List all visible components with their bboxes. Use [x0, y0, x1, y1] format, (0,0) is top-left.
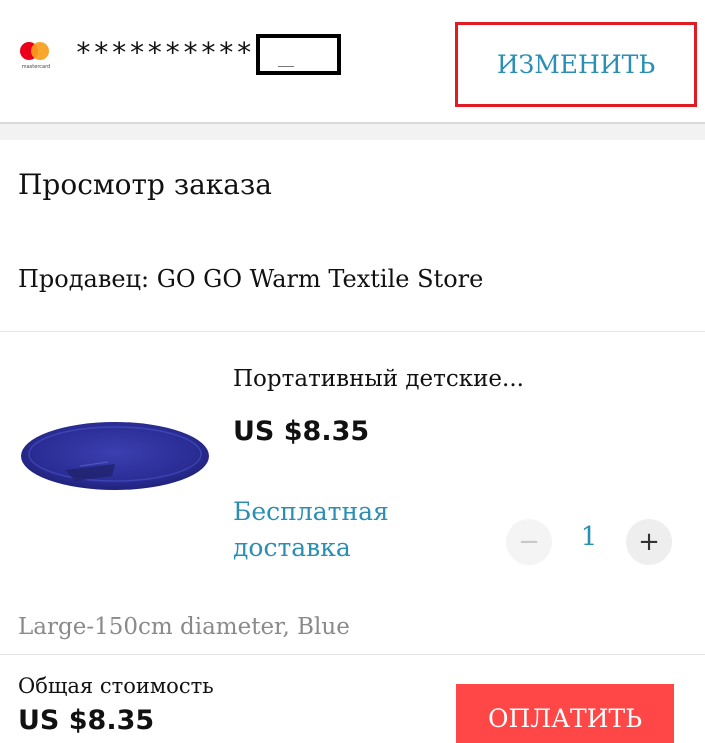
change-payment-button[interactable]: ИЗМЕНИТЬ: [455, 22, 697, 107]
total-label: Общая стоимость: [18, 674, 214, 698]
product-title[interactable]: Портативный детские...: [233, 366, 524, 392]
payment-method-bar: mastercard *********** ИЗМЕНИТЬ: [0, 0, 705, 124]
quantity-value: 1: [580, 522, 598, 552]
free-shipping-label: Бесплатная доставка: [233, 497, 389, 562]
product-variant: Large-150cm diameter, Blue: [18, 614, 350, 640]
seller-name[interactable]: Продавец: GO GO Warm Textile Store: [18, 265, 483, 293]
mastercard-icon: mastercard: [18, 42, 54, 72]
card-number: ***********: [75, 36, 272, 69]
product-image[interactable]: [20, 418, 210, 494]
total-value: US $8.35: [18, 705, 155, 736]
checkout-bar: Общая стоимость US $8.35 ОПЛАТИТЬ: [0, 654, 705, 743]
section-divider: [0, 122, 705, 140]
divider: [0, 331, 705, 332]
blue-round-mat-image: [21, 422, 209, 490]
quantity-decrease-button[interactable]: −: [506, 519, 552, 565]
mastercard-logo-text: mastercard: [21, 64, 51, 70]
quantity-increase-button[interactable]: +: [626, 519, 672, 565]
card-number-redaction: [256, 34, 341, 75]
order-review-title: Просмотр заказа: [18, 168, 272, 201]
product-price: US $8.35: [233, 416, 370, 447]
pay-button[interactable]: ОПЛАТИТЬ: [456, 684, 674, 743]
